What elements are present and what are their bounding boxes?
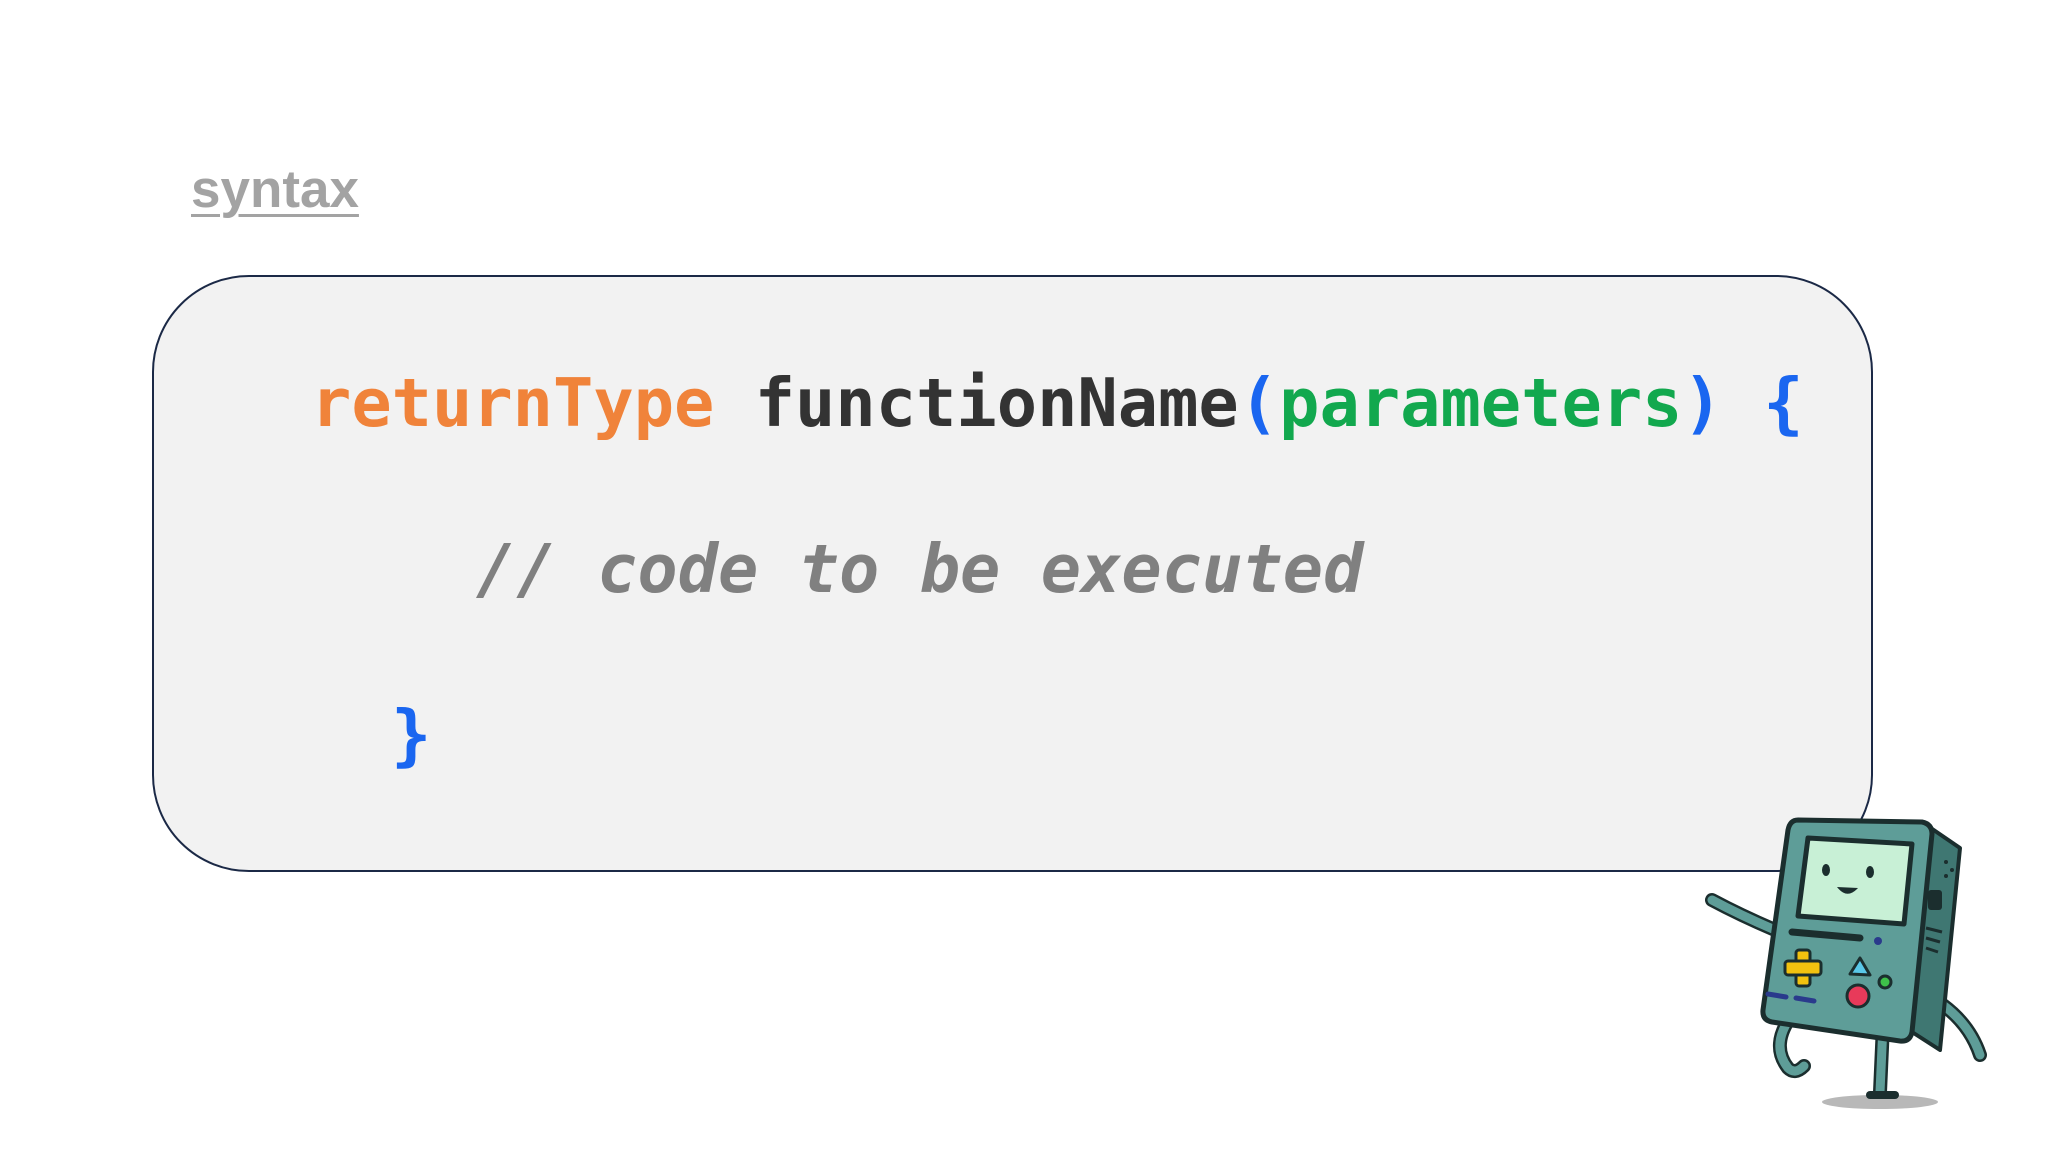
code-line-signature: returnType functionName(parameters) { (311, 363, 1804, 443)
close-brace-token: } (391, 696, 432, 774)
close-paren-token: ) (1682, 364, 1723, 442)
return-type-token: returnType (311, 364, 715, 442)
handheld-game-console-character-icon (1705, 817, 1987, 1109)
comment-token: // code to be executed (476, 530, 1364, 608)
open-brace-token: { (1763, 364, 1804, 442)
open-paren-token: ( (1238, 364, 1280, 442)
function-name-token: functionName (754, 364, 1239, 442)
slide-canvas: syntax returnType functionName(parameter… (0, 0, 2048, 1152)
code-line-closing: } (391, 695, 431, 775)
parameters-token: parameters (1279, 364, 1683, 442)
section-heading: syntax (191, 160, 359, 219)
code-line-comment: // code to be executed (476, 529, 1363, 609)
